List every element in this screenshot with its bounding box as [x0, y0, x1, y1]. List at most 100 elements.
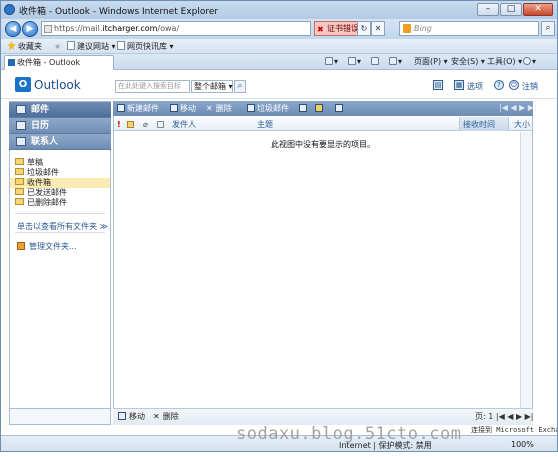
options-icon[interactable]: ▦: [454, 80, 464, 90]
nav-pane-footer: [9, 408, 111, 425]
home-icon[interactable]: ▾: [325, 57, 338, 67]
maximize-button[interactable]: □: [500, 3, 522, 16]
page-menu[interactable]: 页面(P) ▾: [414, 57, 448, 67]
categories-icon[interactable]: [315, 103, 325, 114]
tab-inbox[interactable]: 收件箱 - Outlook: [4, 55, 114, 70]
minimize-button[interactable]: –: [477, 3, 499, 16]
junk-button[interactable]: 垃圾邮件: [247, 103, 289, 114]
help-menu[interactable]: ▾: [523, 57, 536, 67]
address-book-icon[interactable]: ▤: [433, 80, 443, 90]
folder-icon: [15, 168, 24, 175]
refresh-icon[interactable]: ↻: [357, 21, 371, 36]
footer-move-label: 移动: [129, 412, 145, 421]
folder-label: 草稿: [27, 158, 43, 167]
favorites-label: 收藏夹: [18, 42, 42, 51]
safety-menu[interactable]: 安全(S) ▾: [451, 57, 485, 67]
folder-deleted[interactable]: 已删除邮件: [15, 198, 67, 208]
title-bar: 收件箱 - Outlook - Windows Internet Explore…: [1, 1, 557, 19]
feeds-icon[interactable]: ▾: [348, 57, 361, 67]
find-someone-input[interactable]: 在此处键入搜索目标: [115, 80, 190, 93]
help-icon: [523, 57, 531, 65]
product-name: Outlook: [34, 78, 81, 92]
nav-section-mail[interactable]: 邮件: [9, 102, 111, 118]
folder-label: 收件箱: [27, 178, 51, 187]
page-indicator[interactable]: 页: 1 |◀ ◀ ▶ ▶|: [475, 411, 534, 422]
message-type-column-icon[interactable]: [127, 121, 134, 128]
suggested-sites-label: 建议网站 ▾: [77, 42, 116, 51]
folder-label: 垃圾邮件: [27, 168, 59, 177]
reply-icon[interactable]: [299, 103, 309, 114]
attachment-column-icon[interactable]: ⌀: [143, 120, 148, 130]
favorites-star-icon: [7, 41, 16, 50]
column-received[interactable]: 接收时间: [463, 120, 495, 130]
folder-icon: [15, 178, 24, 185]
folder-icon: [15, 158, 24, 165]
nav-section-contacts-label: 联系人: [31, 137, 59, 147]
url-field[interactable]: https://mail.itcharger.com/owa/: [41, 21, 311, 36]
watermark: sodaxu.blog.51cto.com: [236, 424, 462, 444]
empty-view-message: 此视图中没有要显示的项目。: [271, 140, 375, 149]
move-button[interactable]: 移动: [170, 103, 196, 114]
forward-arrow-icon[interactable]: ▶: [22, 21, 38, 37]
signout-icon[interactable]: ⏻: [509, 80, 519, 90]
print-icon[interactable]: ▾: [389, 57, 402, 67]
search-scope-select[interactable]: 整个邮箱 ▾: [191, 80, 233, 93]
window-title: 收件箱 - Outlook - Windows Internet Explore…: [19, 7, 219, 17]
toolbar-pager[interactable]: |◀ ◀ ▶ ▶|: [499, 103, 537, 112]
stop-icon[interactable]: ✕: [371, 21, 385, 36]
check-names-icon[interactable]: [335, 103, 345, 114]
manage-folders-icon: [17, 242, 25, 250]
favorites-button[interactable]: 收藏夹: [7, 41, 42, 52]
column-subject[interactable]: 主题: [257, 120, 273, 130]
column-size[interactable]: 大小: [514, 120, 530, 130]
options-link[interactable]: 选项: [467, 81, 483, 92]
column-from[interactable]: 发件人: [172, 120, 196, 130]
zoom-level[interactable]: 100%: [511, 440, 534, 449]
search-icon[interactable]: ⌕: [541, 21, 555, 36]
suggested-sites-link[interactable]: 建议网站 ▾: [67, 41, 116, 52]
folder-drafts[interactable]: 草稿: [15, 158, 43, 168]
select-all-checkbox[interactable]: [157, 121, 164, 128]
url-prefix: https://mail.: [54, 24, 103, 33]
move-icon: [118, 412, 126, 420]
folder-sent[interactable]: 已发送邮件: [15, 188, 67, 198]
search-icon[interactable]: ⌕: [234, 80, 246, 93]
url-domain: itcharger.com: [102, 24, 158, 33]
folder-inbox[interactable]: 收件箱: [15, 178, 51, 188]
importance-column-icon[interactable]: !: [117, 120, 121, 130]
back-arrow-icon[interactable]: ◀: [5, 21, 21, 37]
web-slice-gallery-label: 网页快讯库 ▾: [127, 42, 174, 51]
delete-icon: ✕: [153, 412, 160, 421]
close-button[interactable]: ✕: [523, 3, 553, 16]
read-mail-icon[interactable]: [371, 57, 380, 67]
search-input[interactable]: Bing: [399, 21, 539, 36]
outlook-logo-icon: O: [15, 77, 31, 92]
folder-junk[interactable]: 垃圾邮件: [15, 168, 59, 178]
error-shield-icon: ✖: [317, 25, 324, 34]
web-slice-gallery-link[interactable]: 网页快讯库 ▾: [117, 41, 174, 52]
footer-move-button[interactable]: 移动: [118, 411, 145, 422]
calendar-icon: [16, 121, 26, 130]
nav-section-calendar-label: 日历: [31, 121, 50, 131]
footer-delete-button[interactable]: ✕ 删除: [153, 411, 179, 422]
manage-folders-link[interactable]: 管理文件夹...: [17, 241, 77, 252]
tools-menu[interactable]: 工具(O) ▾: [487, 57, 522, 67]
nav-section-calendar[interactable]: 日历: [9, 118, 111, 134]
new-message-button[interactable]: 新建邮件: [117, 103, 159, 114]
signout-link[interactable]: 注销: [522, 81, 538, 92]
new-message-label: 新建邮件: [127, 104, 159, 113]
add-favorite-icon[interactable]: ★: [54, 41, 61, 52]
browser-window: 收件箱 - Outlook - Windows Internet Explore…: [0, 0, 558, 452]
folder-label: 已删除邮件: [27, 198, 67, 207]
message-list-scrollbar[interactable]: [520, 132, 532, 408]
show-all-folders-link[interactable]: 单击以查看所有文件夹 ≫: [17, 221, 108, 232]
nav-section-contacts[interactable]: 联系人: [9, 134, 111, 150]
url-suffix: /owa/: [157, 24, 180, 33]
contacts-icon: [16, 137, 26, 146]
delete-button[interactable]: ✕ 删除: [206, 103, 232, 114]
junk-icon: [247, 104, 255, 112]
junk-label: 垃圾邮件: [257, 104, 289, 113]
divider: [15, 213, 105, 214]
outlook-favicon-icon: [8, 59, 15, 66]
page-icon: [117, 41, 125, 50]
